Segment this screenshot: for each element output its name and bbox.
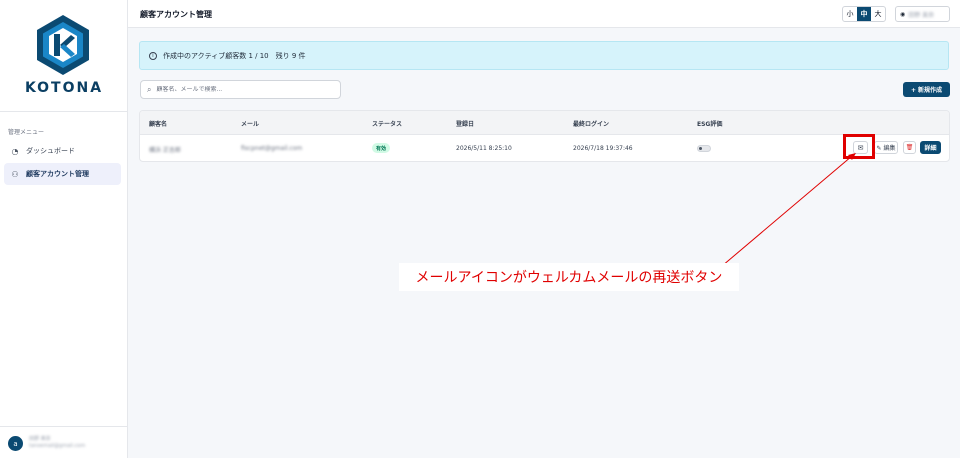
sidebar-item-label: 顧客アカウント管理 bbox=[26, 170, 89, 178]
new-customer-button[interactable]: + 新規作成 bbox=[903, 82, 950, 97]
sidebar-item-label: ダッシュボード bbox=[26, 147, 75, 155]
users-icon: ⚇ bbox=[11, 169, 19, 179]
footer-user-name: 田野 美奈 bbox=[29, 436, 51, 442]
user-name: 田野 美奈 bbox=[908, 11, 935, 19]
active-customer-banner: i 作成中のアクティブ顧客数 1 / 10 残り 9 件 bbox=[139, 41, 949, 70]
size-large-button[interactable]: 大 bbox=[871, 7, 885, 21]
top-header: 顧客アカウント管理 小 中 大 ◉ 田野 美奈 bbox=[128, 0, 960, 28]
banner-text: 作成中のアクティブ顧客数 1 / 10 残り 9 件 bbox=[163, 51, 306, 60]
detail-button[interactable]: 詳細 bbox=[920, 141, 941, 154]
column-header-name[interactable]: 顧客名 bbox=[149, 119, 167, 128]
status-badge: 有効 bbox=[372, 143, 391, 153]
last-login-date: 2026/7/18 19:37:46 bbox=[573, 145, 633, 152]
search-icon: ⌕ bbox=[147, 84, 152, 94]
sidebar-item-customer-accounts[interactable]: ⚇ 顧客アカウント管理 bbox=[4, 163, 121, 185]
table-header: 顧客名 メール ステータス 登録日 最終ログイン ESG評価 bbox=[140, 111, 949, 135]
trash-icon: 🗑 bbox=[905, 144, 914, 151]
column-header-last-login[interactable]: 最終ログイン bbox=[573, 119, 609, 128]
edit-button[interactable]: ✎ 編集 bbox=[874, 141, 898, 154]
search-box: ⌕ bbox=[140, 80, 341, 99]
kotona-logo bbox=[37, 15, 89, 75]
brand-name: KOTONA bbox=[24, 80, 104, 96]
table-row: 横浜 正吉郎 fiscpnet@gmail.com 有効 2026/5/11 8… bbox=[140, 135, 949, 161]
user-menu-button[interactable]: ◉ 田野 美奈 bbox=[895, 6, 950, 22]
column-header-esg[interactable]: ESG評価 bbox=[697, 119, 722, 128]
text-size-switcher: 小 中 大 bbox=[842, 6, 886, 22]
size-small-button[interactable]: 小 bbox=[843, 7, 857, 21]
info-icon: i bbox=[149, 51, 157, 60]
customer-table: 顧客名 メール ステータス 登録日 最終ログイン ESG評価 横浜 正吉郎 fi… bbox=[139, 110, 950, 162]
column-header-email[interactable]: メール bbox=[241, 119, 259, 128]
user-circle-icon: ◉ bbox=[900, 10, 906, 18]
avatar: a bbox=[8, 436, 23, 451]
column-header-registered[interactable]: 登録日 bbox=[456, 119, 474, 128]
page-title: 顧客アカウント管理 bbox=[140, 10, 212, 19]
customer-email: fiscpnet@gmail.com bbox=[241, 145, 303, 152]
annotation-highlight-box bbox=[843, 134, 875, 159]
annotation-callout: メールアイコンがウェルカムメールの再送ボタン bbox=[399, 263, 739, 291]
sidebar-user-footer[interactable]: a 田野 美奈 tanoemail@gmail.com bbox=[0, 426, 128, 458]
speedometer-icon: ◔ bbox=[11, 146, 19, 156]
footer-user-email: tanoemail@gmail.com bbox=[29, 443, 86, 449]
registered-date: 2026/5/11 8:25:10 bbox=[456, 145, 512, 152]
menu-title: 管理メニュー bbox=[8, 129, 45, 136]
customer-name: 横浜 正吉郎 bbox=[149, 147, 181, 154]
size-medium-button[interactable]: 中 bbox=[857, 7, 871, 21]
logo-area: KOTONA bbox=[0, 0, 128, 112]
column-header-status[interactable]: ステータス bbox=[372, 119, 402, 128]
delete-button[interactable]: 🗑 bbox=[903, 141, 916, 154]
search-input[interactable] bbox=[156, 86, 327, 93]
esg-toggle[interactable] bbox=[697, 145, 711, 152]
sidebar-item-dashboard[interactable]: ◔ ダッシュボード bbox=[4, 140, 121, 162]
sidebar: KOTONA 管理メニュー ◔ ダッシュボード ⚇ 顧客アカウント管理 a 田野… bbox=[0, 0, 128, 458]
